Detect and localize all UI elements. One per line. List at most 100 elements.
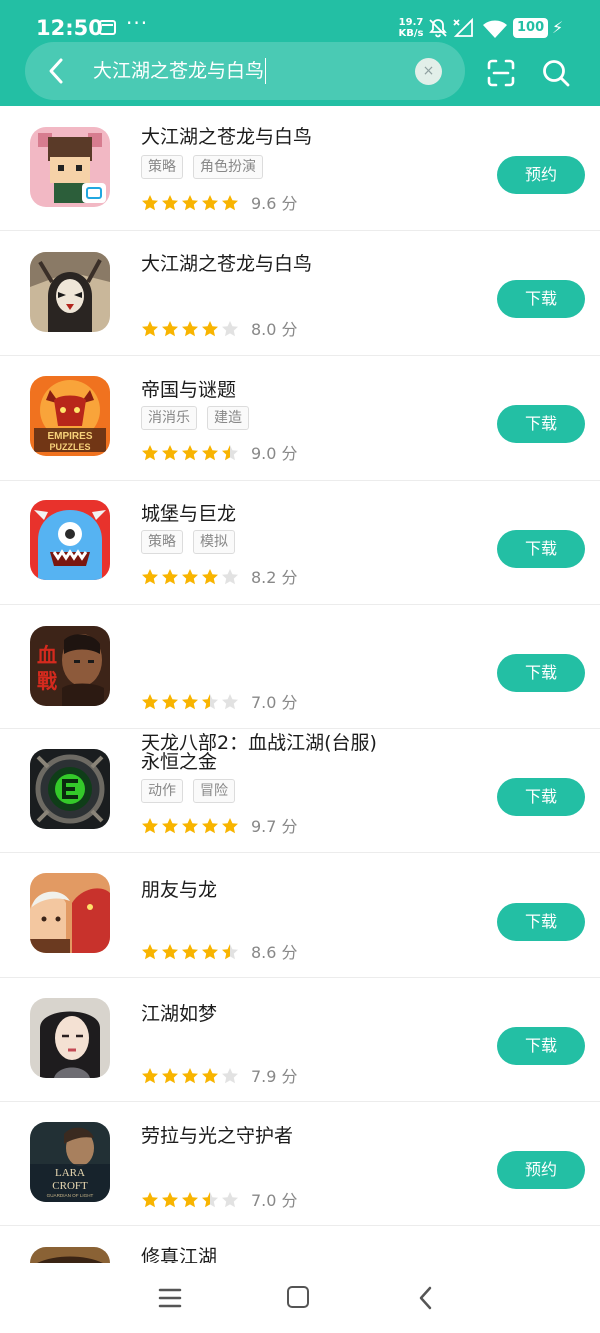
app-rating: 8.0 分	[141, 316, 298, 339]
app-name[interactable]: 修真江湖	[141, 1244, 217, 1263]
list-item[interactable]: LARA CROFT GUARDIAN OF LIGHT 劳拉与光之守护者 7.…	[0, 1101, 600, 1226]
app-rating: 7.9 分	[141, 1063, 298, 1086]
app-name[interactable]: 朋友与龙	[141, 877, 217, 903]
search-input[interactable]: 大江湖之苍龙与白鸟	[93, 58, 267, 84]
list-item[interactable]: 江湖如梦 7.9 分 下载	[0, 977, 600, 1102]
download-button[interactable]: 下载	[497, 280, 585, 318]
list-item[interactable]: 修真江湖	[0, 1226, 600, 1263]
system-navigation-bar	[0, 1263, 600, 1333]
list-item[interactable]: 城堡与巨龙 策略 模拟 8.2 分 下载	[0, 480, 600, 605]
star-rating	[141, 192, 241, 212]
app-tag: 角色扮演	[193, 155, 263, 179]
star-full-icon	[182, 320, 198, 336]
status-time: 12:50	[36, 16, 103, 40]
nav-back-icon[interactable]	[415, 1285, 437, 1311]
app-tags: 消消乐 建造	[141, 406, 259, 430]
blood-glyph-1: 血	[37, 643, 57, 667]
download-button[interactable]: 下载	[497, 1027, 585, 1065]
app-name[interactable]: 城堡与巨龙	[141, 501, 236, 527]
charging-icon: ⚡	[552, 18, 564, 37]
status-bar: 12:50 ··· 19.7 KB/s 100 ⚡	[0, 0, 600, 44]
download-button[interactable]: 下载	[497, 405, 585, 443]
app-rating: 7.0 分	[141, 689, 298, 712]
app-name[interactable]: 大江湖之苍龙与白鸟	[141, 251, 312, 277]
list-item[interactable]: 朋友与龙 8.6 分 下载	[0, 853, 600, 978]
network-speed: 19.7 KB/s	[398, 17, 424, 39]
star-full-icon	[202, 320, 218, 336]
reserve-button[interactable]: 预约	[497, 156, 585, 194]
app-name[interactable]: 江湖如梦	[141, 1001, 217, 1027]
star-half-icon	[222, 943, 238, 959]
swordswoman-icon[interactable]	[30, 998, 110, 1078]
download-button[interactable]: 下载	[497, 903, 585, 941]
star-full-icon	[142, 320, 158, 336]
list-item[interactable]: 血 戰 天龙八部2：血战江湖(台服) 7.0 分 下载	[0, 604, 600, 754]
star-full-icon	[182, 943, 198, 959]
app-name[interactable]: 永恒之金	[141, 749, 217, 775]
star-full-icon	[142, 194, 158, 210]
app-rating: 8.6 分	[141, 939, 298, 962]
star-full-icon	[162, 943, 178, 959]
calendar-notification-icon	[99, 20, 116, 35]
no-signal-icon	[453, 18, 473, 37]
app-tags: 策略 模拟	[141, 530, 245, 554]
reserve-button[interactable]: 预约	[497, 1151, 585, 1189]
star-full-icon	[142, 568, 158, 584]
clear-search-button[interactable]: ×	[415, 58, 442, 85]
star-empty-icon	[222, 1191, 238, 1207]
green-rune-icon[interactable]	[30, 749, 110, 829]
star-empty-icon	[222, 1067, 238, 1083]
back-arrow-icon[interactable]	[44, 56, 70, 86]
blood-war-icon[interactable]: 血 戰	[30, 626, 110, 706]
list-item[interactable]: 永恒之金 动作 冒险 9.7 分 下载	[0, 728, 600, 853]
empires-logo-line1: EMPIRES	[47, 431, 92, 442]
app-score: 8.2 分	[251, 568, 298, 587]
download-button[interactable]: 下载	[497, 530, 585, 568]
red-dragon-icon[interactable]: EMPIRES PUZZLES	[30, 376, 110, 456]
search-results-list[interactable]: 大江湖之苍龙与白鸟 策略 角色扮演 9.6 分 预约 大江湖之苍龙与白鸟 8.0 …	[0, 106, 600, 1263]
opera-warrior-icon[interactable]	[30, 252, 110, 332]
star-full-icon	[202, 943, 218, 959]
list-item[interactable]: 大江湖之苍龙与白鸟 8.0 分 下载	[0, 231, 600, 356]
star-full-icon	[202, 568, 218, 584]
recent-apps-icon[interactable]	[158, 1287, 182, 1309]
star-full-icon	[142, 1067, 158, 1083]
blue-monster-icon[interactable]	[30, 500, 110, 580]
star-full-icon	[182, 444, 198, 460]
app-name[interactable]: 劳拉与光之守护者	[141, 1123, 293, 1149]
top-bar: 12:50 ··· 19.7 KB/s 100 ⚡ 大江湖之苍龙与白鸟 ×	[0, 0, 600, 106]
star-full-icon	[162, 693, 178, 709]
app-tag: 消消乐	[141, 406, 197, 430]
download-button[interactable]: 下载	[497, 654, 585, 692]
list-item[interactable]: EMPIRES PUZZLES 帝国与谜题 消消乐 建造 9.0 分 下载	[0, 356, 600, 481]
app-rating: 7.0 分	[141, 1187, 298, 1210]
dragon-friend-icon[interactable]	[30, 873, 110, 953]
download-button[interactable]: 下载	[497, 778, 585, 816]
app-tag: 建造	[207, 406, 249, 430]
star-rating	[141, 1065, 241, 1085]
app-score: 9.6 分	[251, 194, 298, 213]
star-full-icon	[182, 693, 198, 709]
home-icon[interactable]	[287, 1286, 309, 1308]
blood-glyph-2: 戰	[37, 669, 57, 693]
app-tags: 策略 角色扮演	[141, 155, 273, 179]
scan-icon[interactable]	[486, 58, 516, 88]
lara-croft-icon[interactable]: LARA CROFT GUARDIAN OF LIGHT	[30, 1122, 110, 1202]
app-score: 8.0 分	[251, 320, 298, 339]
app-tags: 动作 冒险	[141, 779, 245, 803]
more-notifications-icon: ···	[126, 11, 149, 35]
app-rating: 9.7 分	[141, 813, 298, 836]
app-tag: 模拟	[193, 530, 235, 554]
star-full-icon	[162, 320, 178, 336]
search-icon[interactable]	[541, 58, 571, 88]
list-item[interactable]: 大江湖之苍龙与白鸟 策略 角色扮演 9.6 分 预约	[0, 106, 600, 231]
xiuzhen-icon[interactable]	[30, 1247, 110, 1263]
app-name[interactable]: 帝国与谜题	[141, 377, 236, 403]
app-score: 9.0 分	[251, 444, 298, 463]
star-full-icon	[162, 444, 178, 460]
star-full-icon	[182, 817, 198, 833]
pixel-hero-icon[interactable]	[30, 127, 110, 207]
app-name[interactable]: 大江湖之苍龙与白鸟	[141, 124, 312, 150]
muted-bell-icon	[429, 19, 447, 38]
star-full-icon	[202, 1067, 218, 1083]
